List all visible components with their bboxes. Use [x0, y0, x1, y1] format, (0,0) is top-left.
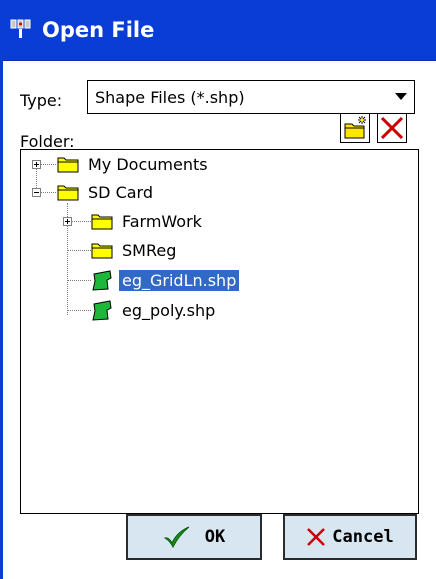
tree-item-label: FarmWork	[122, 211, 202, 231]
ok-button-label: OK	[204, 527, 226, 547]
chevron-down-icon[interactable]	[388, 81, 414, 113]
app-icon	[10, 18, 34, 42]
tree-item-label: My Documents	[88, 154, 208, 174]
close-icon	[307, 528, 326, 546]
tree-item-eg-poly[interactable]: eg_poly.shp	[91, 296, 218, 324]
shapefile-icon	[92, 300, 112, 321]
tree-item-farmwork[interactable]: FarmWork	[91, 207, 205, 235]
cancel-button-label: Cancel	[332, 527, 394, 547]
tree-item-sd-card[interactable]: SD Card	[57, 178, 156, 206]
expand-toggle-my-documents[interactable]	[32, 160, 41, 169]
tree-connector	[40, 192, 56, 194]
collapse-toggle-sd-card[interactable]	[32, 188, 41, 197]
tree-connector	[67, 310, 91, 312]
expand-toggle-farmwork[interactable]	[63, 217, 72, 226]
tree-item-label: eg_poly.shp	[122, 300, 216, 320]
tree-connector	[40, 164, 56, 166]
tree-item-my-documents[interactable]: My Documents	[57, 150, 211, 178]
type-select-value: Shape Files (*.shp)	[95, 87, 245, 107]
new-folder-button[interactable]	[340, 113, 370, 143]
title-bar: Open File	[0, 0, 436, 61]
cancel-button[interactable]: Cancel	[283, 514, 417, 560]
folder-icon	[57, 185, 79, 201]
tree-connector	[71, 221, 91, 223]
type-select[interactable]: Shape Files (*.shp)	[87, 80, 415, 114]
window-border	[0, 60, 3, 579]
tree-item-smreg[interactable]: SMReg	[91, 236, 179, 264]
ok-button[interactable]: OK	[126, 514, 262, 560]
tree-item-label: eg_GridLn.shp	[119, 269, 240, 291]
checkmark-icon	[163, 526, 190, 549]
tree-connector	[67, 280, 91, 282]
folder-icon	[91, 243, 113, 259]
shapefile-icon	[92, 270, 112, 291]
delete-icon	[380, 116, 404, 140]
tree-item-label: SD Card	[88, 182, 153, 202]
window-title: Open File	[42, 18, 155, 42]
tree-item-eg-gridln[interactable]: eg_GridLn.shp	[91, 266, 240, 294]
delete-button[interactable]	[377, 113, 407, 143]
folder-icon	[91, 214, 113, 230]
tree-item-label: SMReg	[122, 240, 177, 260]
new-folder-icon	[344, 116, 366, 139]
tree-connector	[67, 250, 91, 252]
folder-icon	[57, 157, 79, 173]
folder-tree[interactable]: My Documents SD Card FarmWork SMReg eg_G…	[20, 149, 419, 514]
type-label: Type:	[20, 91, 63, 110]
